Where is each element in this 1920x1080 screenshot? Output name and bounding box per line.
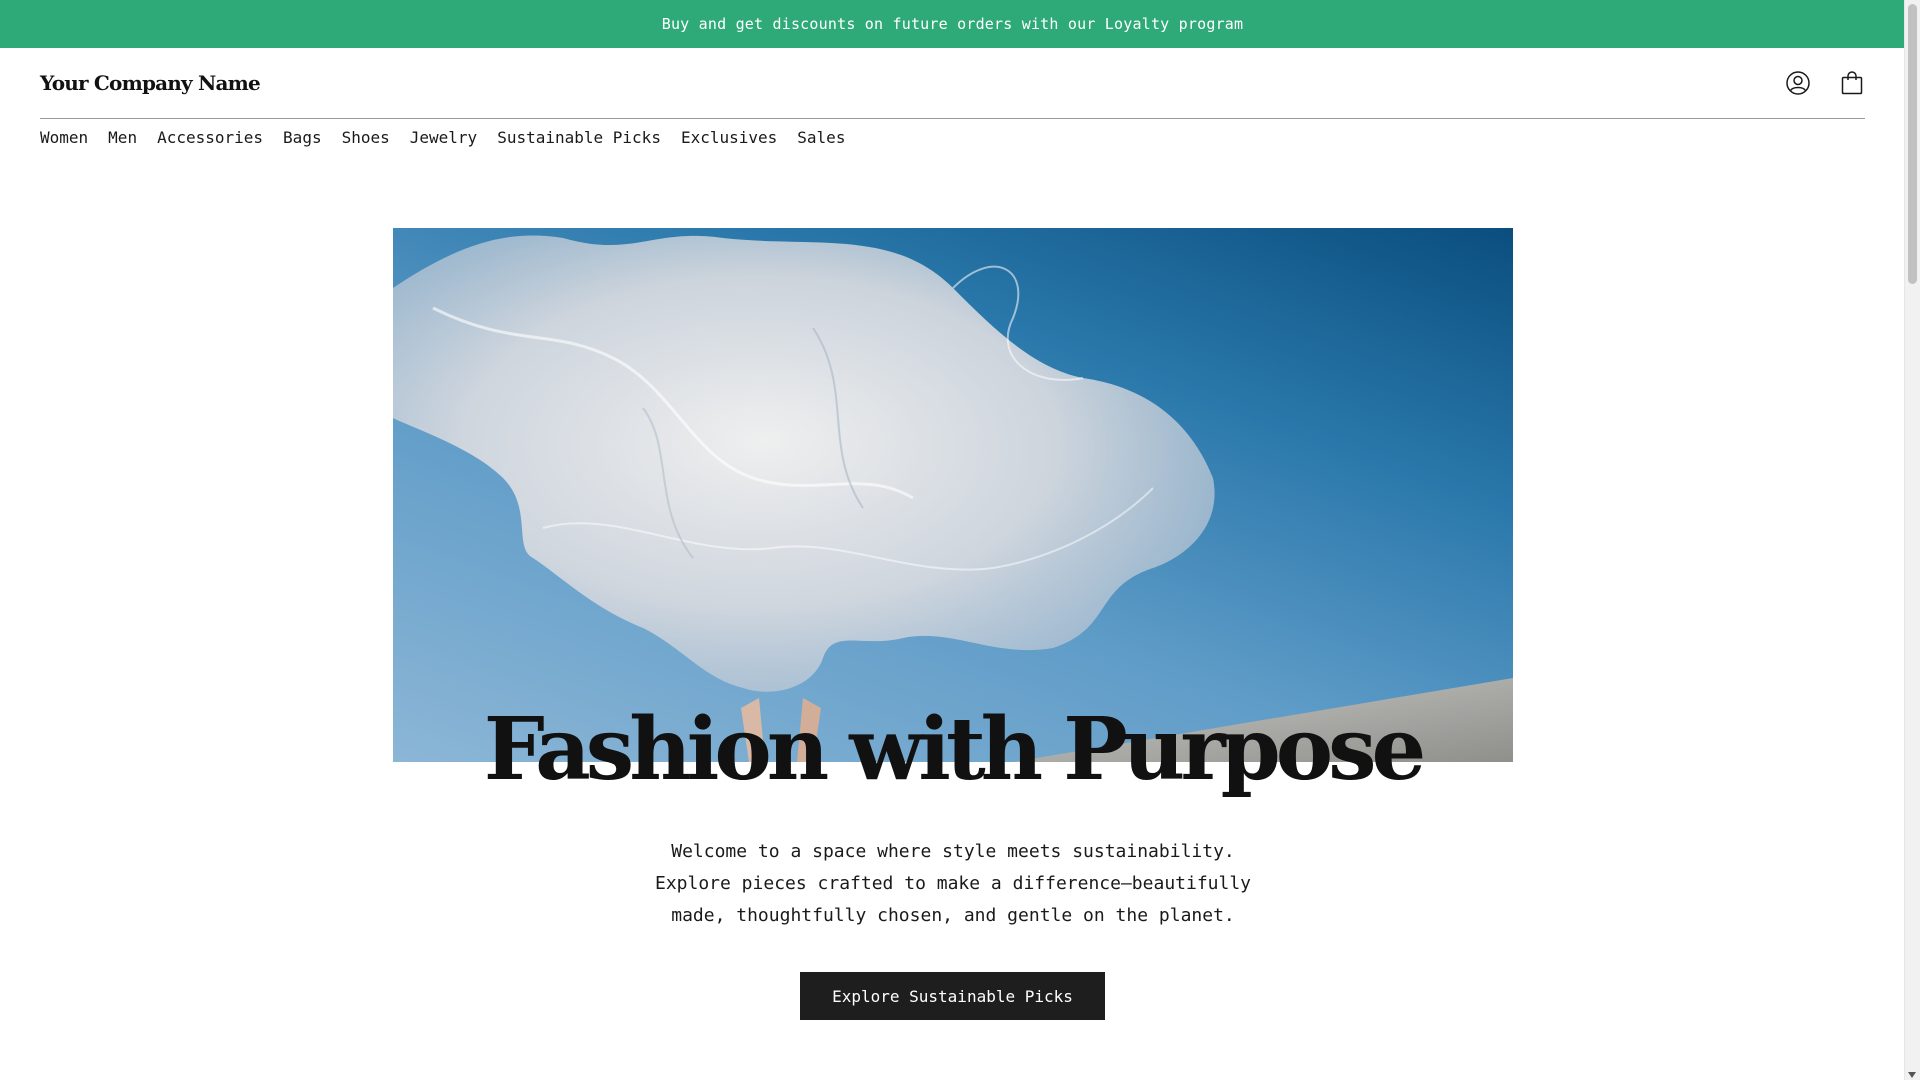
explore-sustainable-picks-button[interactable]: Explore Sustainable Picks — [800, 972, 1105, 1020]
hero-image — [393, 228, 1513, 762]
hero-title: Fashion with Purpose — [483, 699, 1427, 800]
nav-item-bags[interactable]: Bags — [283, 128, 322, 147]
hero-image-art — [393, 235, 1513, 762]
scrollbar-thumb[interactable] — [1908, 4, 1917, 284]
user-account-icon[interactable] — [1785, 70, 1811, 96]
nav-item-accessories[interactable]: Accessories — [157, 128, 263, 147]
main-navigation: Women Men Accessories Bags Shoes Jewelry… — [40, 128, 845, 147]
nav-item-exclusives[interactable]: Exclusives — [681, 128, 777, 147]
nav-item-women[interactable]: Women — [40, 128, 88, 147]
nav-item-sales[interactable]: Sales — [797, 128, 845, 147]
nav-item-men[interactable]: Men — [108, 128, 137, 147]
scroll-down-arrow-icon[interactable] — [1908, 1072, 1916, 1078]
page-scrollbar[interactable] — [1904, 0, 1920, 1080]
header-icons — [1785, 70, 1865, 96]
storefront-page: Buy and get discounts on future orders w… — [0, 0, 1920, 1080]
shopping-bag-icon[interactable] — [1839, 70, 1865, 96]
nav-item-jewelry[interactable]: Jewelry — [410, 128, 477, 147]
announcement-text: Buy and get discounts on future orders w… — [661, 15, 1244, 33]
nav-item-sustainable-picks[interactable]: Sustainable Picks — [497, 128, 661, 147]
site-header: Your Company Name — [40, 48, 1865, 119]
company-logo[interactable]: Your Company Name — [40, 71, 261, 95]
nav-item-shoes[interactable]: Shoes — [342, 128, 390, 147]
announcement-bar: Buy and get discounts on future orders w… — [0, 0, 1905, 48]
hero-description: Welcome to a space where style meets sus… — [654, 841, 1252, 926]
